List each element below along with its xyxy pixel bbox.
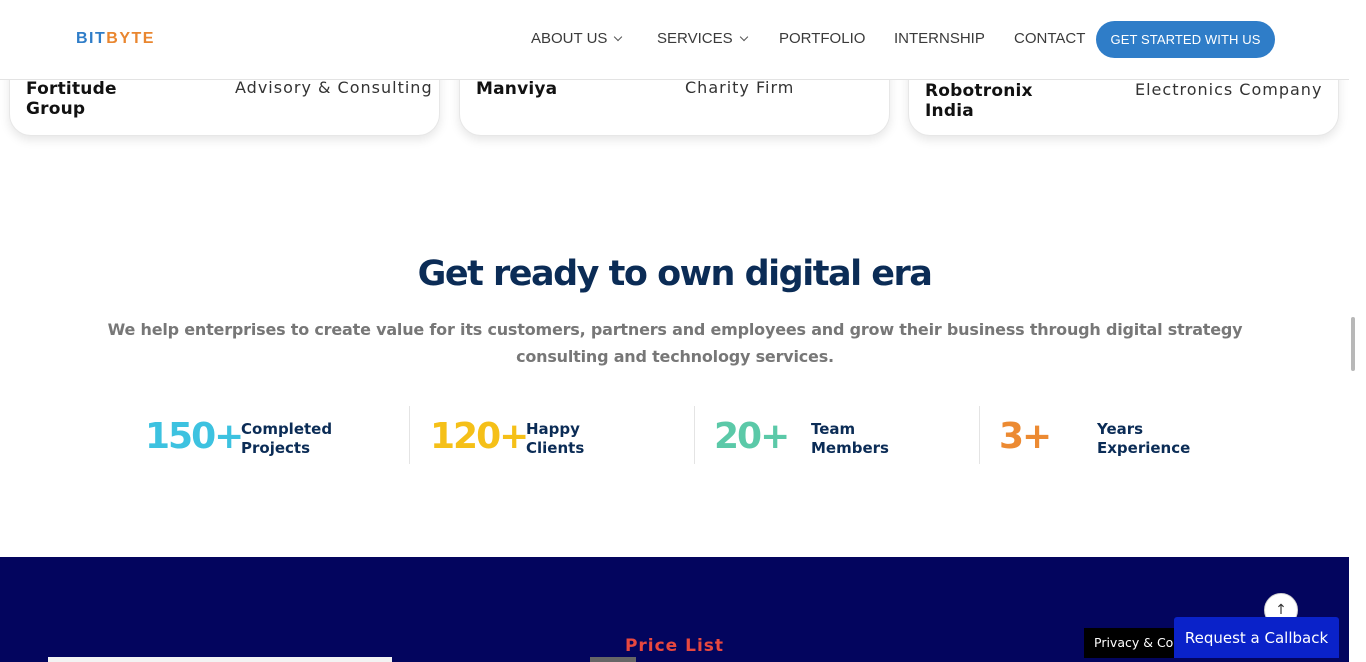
scrollbar-thumb[interactable] (1351, 317, 1355, 371)
nav-services[interactable]: SERVICES (657, 30, 748, 47)
nav-portfolio[interactable]: PORTFOLIO (779, 30, 865, 47)
stat-label: Happy Clients (526, 420, 585, 457)
client-name: Robotronix India (925, 81, 1033, 121)
nav-internship[interactable]: INTERNSHIP (894, 30, 985, 47)
client-name: Fortitude Group (26, 79, 117, 119)
stat-label: Years Experience (1097, 420, 1191, 457)
site-header: BITBYTE ABOUT US SERVICES PORTFOLIO INTE… (0, 0, 1349, 80)
nav-about-us[interactable]: ABOUT US (531, 30, 623, 47)
stat-label: Team Members (811, 420, 889, 457)
stat-team-members: 20+ Team Members (714, 406, 974, 464)
section-description: We help enterprises to create value for … (107, 320, 1243, 366)
stat-divider (409, 406, 410, 464)
client-type: Advisory & Consulting (235, 78, 433, 97)
stat-completed-projects: 150+ Completed Projects (145, 406, 405, 464)
get-started-button[interactable]: GET STARTED WITH US (1096, 21, 1275, 58)
chevron-down-icon (739, 32, 748, 42)
section-headline: Get ready to own digital era (417, 254, 933, 294)
pricing-card-edge (590, 657, 636, 662)
stat-number: 120+ (430, 416, 529, 457)
brand-logo[interactable]: BITBYTE (76, 30, 155, 48)
request-callback-button[interactable]: Request a Callback (1174, 617, 1339, 658)
stat-number: 20+ (714, 416, 790, 457)
nav-contact[interactable]: CONTACT (1014, 30, 1085, 47)
stat-divider (979, 406, 980, 464)
client-type: Electronics Company (1135, 80, 1323, 99)
stat-number: 150+ (145, 416, 244, 457)
stat-years-experience: 3+ Years Experience (999, 406, 1259, 464)
client-name: Manviya (476, 79, 558, 99)
arrow-up-icon: ↑ (1275, 602, 1287, 618)
stat-divider (694, 406, 695, 464)
chevron-down-icon (614, 32, 623, 42)
stat-number: 3+ (999, 416, 1052, 457)
stat-happy-clients: 120+ Happy Clients (430, 406, 690, 464)
pricing-card-edge (48, 657, 392, 662)
privacy-cookies-button[interactable]: Privacy & Cookies (1084, 628, 1184, 658)
client-type: Charity Firm (685, 78, 795, 97)
stat-label: Completed Projects (241, 420, 333, 457)
